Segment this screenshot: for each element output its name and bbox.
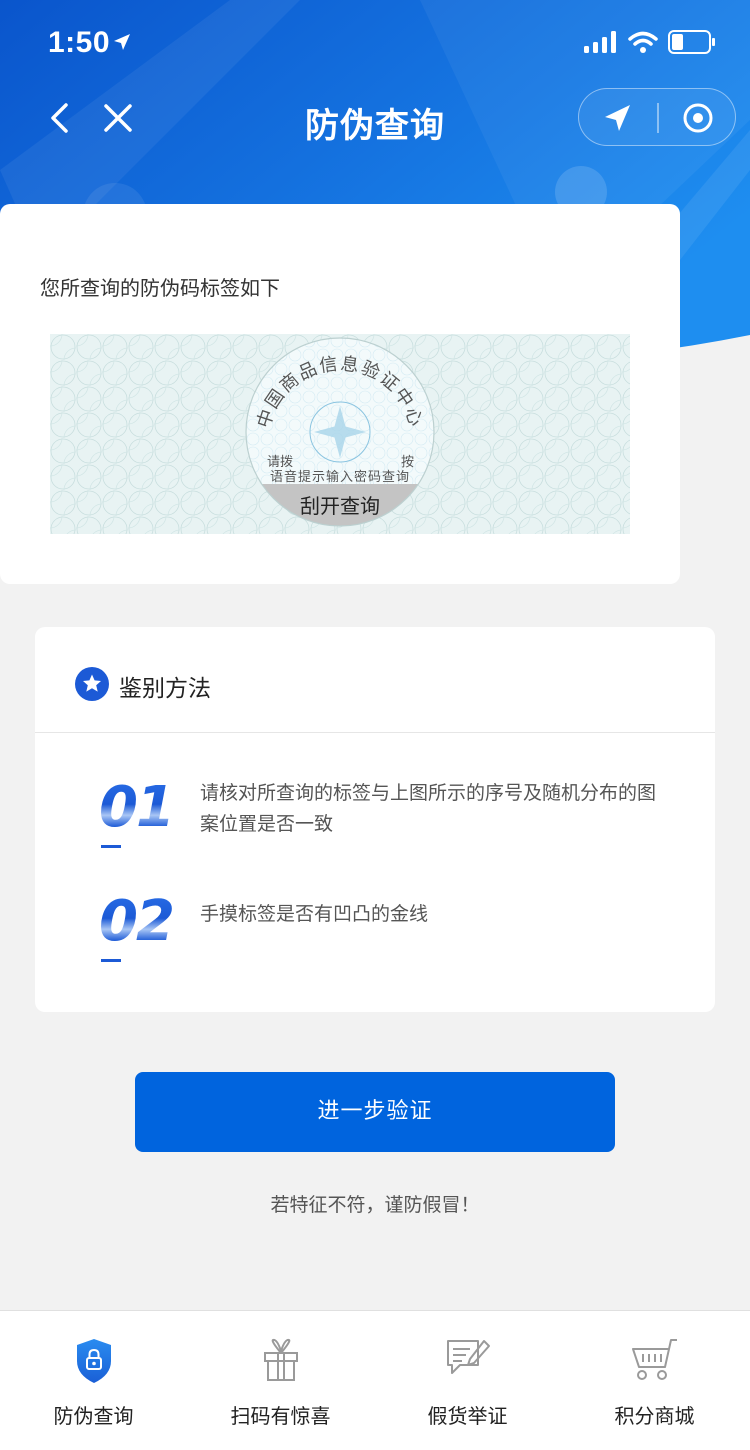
signal-icon (584, 31, 616, 53)
navigation-bar: 防伪查询 (0, 88, 750, 148)
step-number: 02 (99, 889, 175, 954)
target-icon[interactable] (681, 101, 715, 135)
warning-text: 若特征不符，谨防假冒！ (270, 1194, 480, 1216)
tab-counterfeit-report[interactable]: 假货举证 (374, 1311, 561, 1450)
tab-label: 扫码有惊喜 (230, 1404, 331, 1428)
method-title: 鉴别方法 (119, 676, 211, 702)
location-arrow-icon (114, 34, 130, 50)
further-verify-button[interactable]: 进一步验证 (135, 1072, 615, 1152)
label-intro-text: 您所查询的防伪码标签如下 (40, 276, 280, 300)
anti-counterfeit-label-image: 中国商品信息验证中心 请拨 按 语音提示输入密码查询 刮开查询 (50, 334, 630, 534)
label-card: 您所查询的防伪码标签如下 中国商品信息验证中心 请拨 按 语音提示输入密码查询 … (0, 204, 680, 584)
location-arrow-icon[interactable] (601, 101, 635, 135)
step-dash (101, 845, 121, 848)
method-header: 鉴别方法 (35, 627, 715, 733)
tab-label: 积分商城 (614, 1404, 695, 1428)
bottom-tab-bar: 防伪查询 扫码有惊喜 假货举证 积分商城 (0, 1310, 750, 1450)
step-dash (101, 959, 121, 962)
report-icon (446, 1340, 490, 1374)
tab-points-mall[interactable]: 积分商城 (561, 1311, 748, 1450)
tab-anti-counterfeit-query[interactable]: 防伪查询 (0, 1311, 187, 1450)
tab-scan-surprise[interactable]: 扫码有惊喜 (187, 1311, 374, 1450)
shield-lock-icon (76, 1339, 111, 1383)
tab-label: 防伪查询 (53, 1404, 134, 1428)
tab-label: 假货举证 (427, 1404, 508, 1428)
identification-method-card: 鉴别方法 01 请核对所查询的标签与上图所示的序号及随机分布的图案位置是否一致 … (35, 627, 715, 1012)
step-text: 手摸标签是否有凹凸的金线 (200, 903, 429, 925)
battery-icon (668, 30, 715, 54)
star-badge-icon (75, 667, 109, 701)
status-bar: 1:50 (0, 0, 750, 88)
capsule-menu (578, 88, 736, 146)
step-text: 请核对所查询的标签与上图所示的序号及随机分布的图案位置是否一致 (200, 782, 657, 835)
step-number: 01 (99, 775, 175, 840)
status-time: 1:50 (48, 26, 111, 59)
wifi-icon (628, 31, 658, 53)
capsule-divider (657, 103, 659, 133)
gift-icon (263, 1338, 298, 1381)
cart-icon (631, 1339, 677, 1380)
seal-instruction: 语音提示输入密码查询 (269, 470, 410, 485)
scratch-area-text: 刮开查询 (300, 494, 380, 518)
